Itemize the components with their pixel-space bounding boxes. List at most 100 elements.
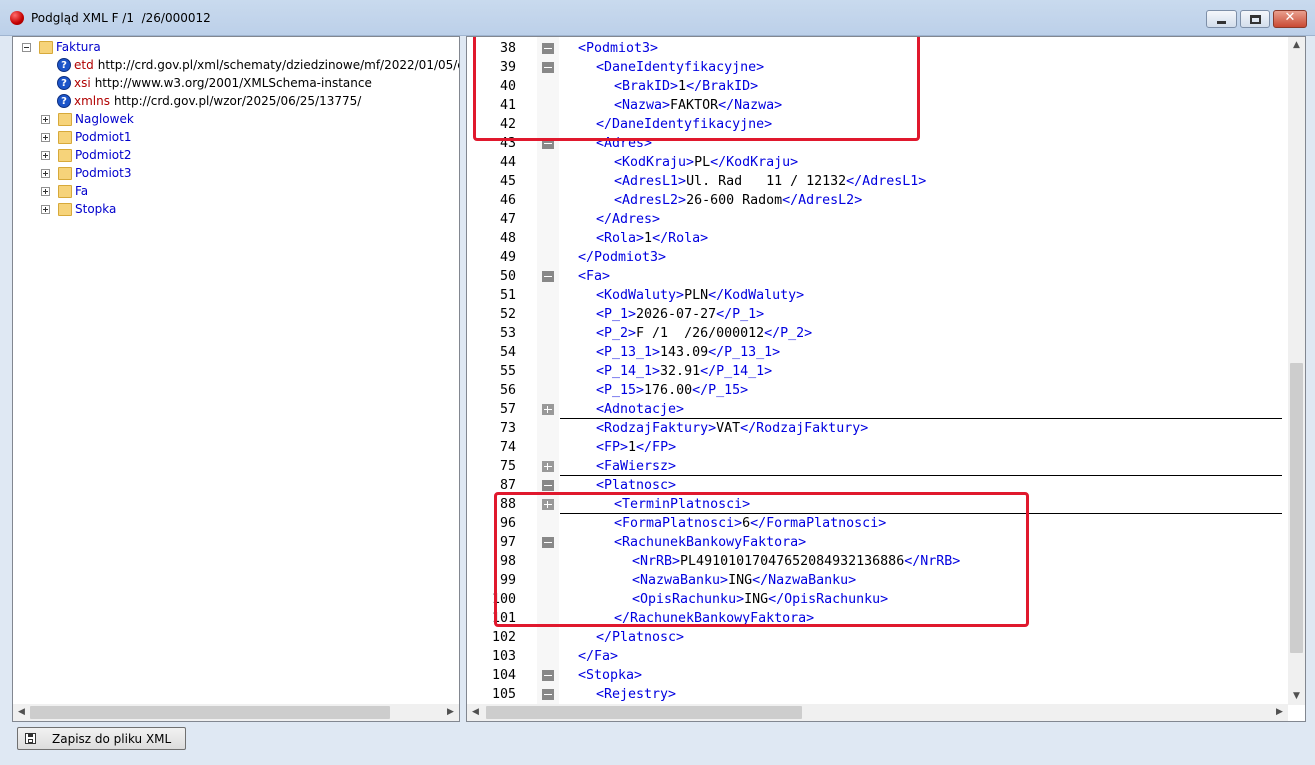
- code-line: 102 </Platnosc>: [467, 628, 1283, 647]
- xml-code: <FaWiersz>: [596, 457, 676, 476]
- xml-code: <AdresL1>Ul. Rad 11 / 12132</AdresL1>: [614, 172, 926, 191]
- xml-code: <BrakID>1</BrakID>: [614, 77, 758, 96]
- tree-node-fa[interactable]: Fa: [41, 182, 88, 200]
- tree-attribute[interactable]: ? xsi http://www.w3.org/2001/XMLSchema-ins…: [57, 74, 372, 92]
- code-hscroll-thumb[interactable]: [486, 706, 802, 719]
- expand-icon[interactable]: [41, 204, 50, 214]
- expand-icon[interactable]: [41, 150, 50, 160]
- tree-node-label: Podmiot3: [75, 166, 132, 180]
- scroll-right-icon[interactable]: ▶: [442, 704, 459, 721]
- xml-code: <TerminPlatnosci>: [614, 495, 750, 514]
- xml-value: ING: [744, 592, 769, 607]
- save-xml-button[interactable]: Zapisz do pliku XML: [17, 727, 186, 750]
- minimize-button[interactable]: [1206, 10, 1237, 28]
- tree-node-podmiot2[interactable]: Podmiot2: [41, 146, 131, 164]
- code-line: 53 <P_2>F /1 /26/000012</P_2>: [467, 324, 1283, 343]
- line-number: 51: [499, 288, 516, 303]
- xml-tag: </BrakID>: [686, 79, 759, 94]
- xml-tag: </AdresL1>: [846, 174, 927, 189]
- expand-icon[interactable]: [41, 132, 50, 142]
- xml-value: 176.00: [644, 383, 693, 398]
- xml-tag: </KodKraju>: [710, 155, 799, 170]
- line-number: 104: [491, 668, 516, 683]
- code-line: 74 <FP>1</FP>: [467, 438, 1283, 457]
- collapse-icon[interactable]: [22, 42, 31, 52]
- xml-value: ING: [728, 573, 753, 588]
- xml-code: <RodzajFaktury>VAT</RodzajFaktury>: [596, 419, 868, 438]
- code-horizontal-scrollbar[interactable]: ◀ ▶: [467, 704, 1288, 721]
- code-line: 87 <Platnosc>: [467, 476, 1283, 495]
- expand-icon[interactable]: [41, 168, 50, 178]
- xml-value: VAT: [716, 421, 741, 436]
- minimize-icon: [1217, 21, 1226, 24]
- expand-fold-icon[interactable]: [542, 404, 554, 415]
- collapse-fold-icon[interactable]: [542, 138, 554, 149]
- expand-fold-icon[interactable]: [542, 499, 554, 510]
- xml-value: FAKTOR: [670, 98, 719, 113]
- tree-node-stopka[interactable]: Stopka: [41, 200, 116, 218]
- folder-icon: [39, 40, 53, 54]
- tree-scroll-thumb[interactable]: [30, 706, 390, 719]
- attribute-value: http://www.w3.org/2001/XMLSchema-instanc…: [94, 76, 372, 90]
- code-vertical-scrollbar[interactable]: ▲ ▼: [1288, 37, 1305, 705]
- xml-code: <P_2>F /1 /26/000012</P_2>: [596, 324, 812, 343]
- line-number: 56: [499, 383, 516, 398]
- title-bar[interactable]: Podgląd XML F /1 /26/000012 ✕: [0, 0, 1315, 36]
- tree-node-naglowek[interactable]: Naglowek: [41, 110, 134, 128]
- xml-tree-pane[interactable]: Faktura? etd http://crd.gov.pl/xml/schemat…: [12, 36, 460, 722]
- xml-code: <Nazwa>FAKTOR</Nazwa>: [614, 96, 782, 115]
- code-line: 41 <Nazwa>FAKTOR</Nazwa>: [467, 96, 1283, 115]
- collapse-fold-icon[interactable]: [542, 43, 554, 54]
- xml-code: <DaneIdentyfikacyjne>: [596, 58, 764, 77]
- expand-fold-icon[interactable]: [542, 461, 554, 472]
- line-number: 46: [499, 193, 516, 208]
- collapse-fold-icon[interactable]: [542, 689, 554, 700]
- line-number: 48: [499, 231, 516, 246]
- xml-value: Ul. Rad 11 / 12132: [686, 174, 847, 189]
- line-number: 41: [499, 98, 516, 113]
- code-line: 42 </DaneIdentyfikacyjne>: [467, 115, 1283, 134]
- scroll-left-icon[interactable]: ◀: [467, 704, 484, 721]
- tree-node-root[interactable]: Faktura: [22, 38, 101, 56]
- code-line: 55 <P_14_1>32.91</P_14_1>: [467, 362, 1283, 381]
- line-number: 96: [499, 516, 516, 531]
- xml-code: </Podmiot3>: [578, 248, 666, 267]
- xml-value: F /1 /26/000012: [636, 326, 765, 341]
- xml-source-pane[interactable]: 38 <Podmiot3> 39 <DaneIdentyfikacyjne> 40 <Br…: [466, 36, 1306, 722]
- xml-code: </Fa>: [578, 647, 618, 666]
- xml-tag: </Fa>: [578, 649, 619, 664]
- xml-tag: <KodWaluty>: [596, 288, 685, 303]
- tree-attribute[interactable]: ? xmlns http://crd.gov.pl/wzor/2025/06/25/…: [57, 92, 361, 110]
- tree-node-label: Fa: [75, 184, 89, 198]
- tree-horizontal-scrollbar[interactable]: ◀ ▶: [13, 704, 459, 721]
- scroll-down-icon[interactable]: ▼: [1288, 688, 1305, 705]
- code-vscroll-thumb[interactable]: [1290, 363, 1303, 653]
- tree-node-podmiot3[interactable]: Podmiot3: [41, 164, 131, 182]
- expand-icon[interactable]: [41, 186, 50, 196]
- tree-node-podmiot1[interactable]: Podmiot1: [41, 128, 131, 146]
- tree-attribute[interactable]: ? etd http://crd.gov.pl/xml/schematy/dzied…: [57, 56, 459, 74]
- collapse-fold-icon[interactable]: [542, 670, 554, 681]
- question-mark-icon: ?: [57, 94, 71, 108]
- xml-tag: <AdresL1>: [614, 174, 687, 189]
- collapse-fold-icon[interactable]: [542, 271, 554, 282]
- code-line: 56 <P_15>176.00</P_15>: [467, 381, 1283, 400]
- maximize-button[interactable]: [1240, 10, 1270, 28]
- close-button[interactable]: ✕: [1273, 10, 1307, 28]
- attribute-name: etd: [74, 58, 94, 72]
- expand-icon[interactable]: [41, 114, 50, 124]
- xml-value: PL49101017047652084932136886: [680, 554, 905, 569]
- xml-tag: </FP>: [636, 440, 677, 455]
- scroll-right-icon[interactable]: ▶: [1271, 704, 1288, 721]
- line-number: 45: [499, 174, 516, 189]
- collapse-fold-icon[interactable]: [542, 62, 554, 73]
- scroll-left-icon[interactable]: ◀: [13, 704, 30, 721]
- code-line: 97 <RachunekBankowyFaktora>: [467, 533, 1283, 552]
- xml-value: 143.09: [660, 345, 709, 360]
- code-line: 52 <P_1>2026-07-27</P_1>: [467, 305, 1283, 324]
- scroll-up-icon[interactable]: ▲: [1288, 37, 1305, 54]
- collapse-fold-icon[interactable]: [542, 537, 554, 548]
- folder-icon: [58, 130, 72, 144]
- collapse-fold-icon[interactable]: [542, 480, 554, 491]
- line-number: 44: [499, 155, 516, 170]
